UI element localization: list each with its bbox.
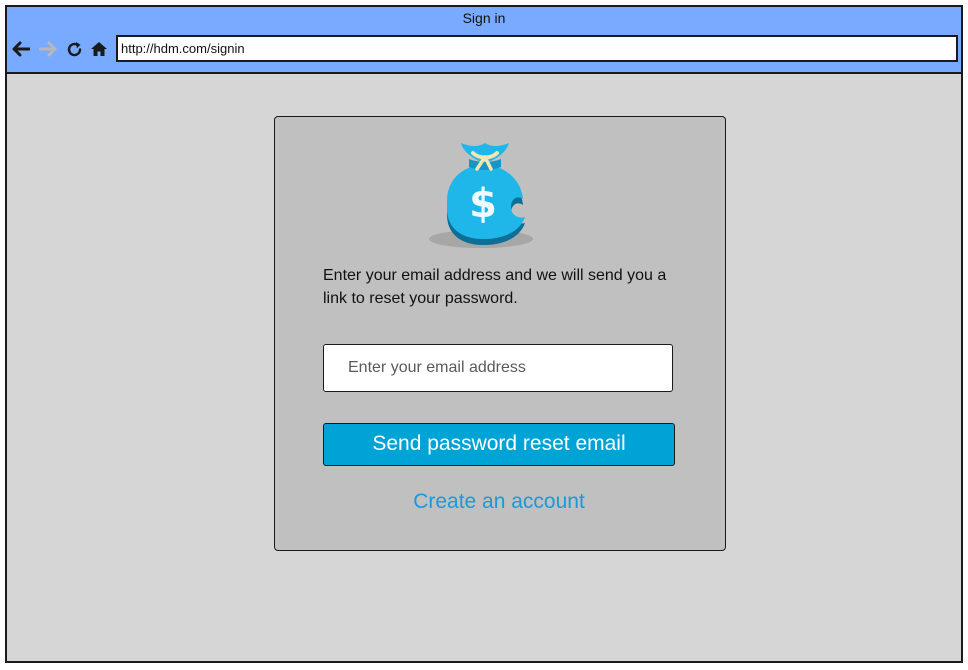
arrow-left-icon xyxy=(12,41,30,57)
forward-button[interactable] xyxy=(38,39,58,59)
home-button[interactable] xyxy=(89,39,109,59)
send-reset-email-button[interactable]: Send password reset email xyxy=(323,423,675,466)
browser-titlebar: Sign in http://hdm.com/signin xyxy=(7,7,961,74)
back-button[interactable] xyxy=(11,39,31,59)
arrow-right-icon xyxy=(39,41,57,57)
instructions-text: Enter your email address and we will sen… xyxy=(323,267,667,307)
browser-window: Sign in http://hdm.com/signin $ Enter yo… xyxy=(5,5,963,663)
reload-button[interactable] xyxy=(64,39,84,59)
home-icon xyxy=(91,42,107,56)
address-bar[interactable]: http://hdm.com/signin xyxy=(116,35,958,62)
create-account-link[interactable]: Create an account xyxy=(323,490,675,514)
email-field[interactable] xyxy=(323,344,673,392)
refresh-icon xyxy=(67,41,81,56)
svg-text:$: $ xyxy=(469,181,497,227)
money-bag-icon: $ xyxy=(429,143,533,248)
password-reset-card: $ Enter your email address and we will s… xyxy=(274,116,726,551)
window-title: Sign in xyxy=(462,10,506,26)
